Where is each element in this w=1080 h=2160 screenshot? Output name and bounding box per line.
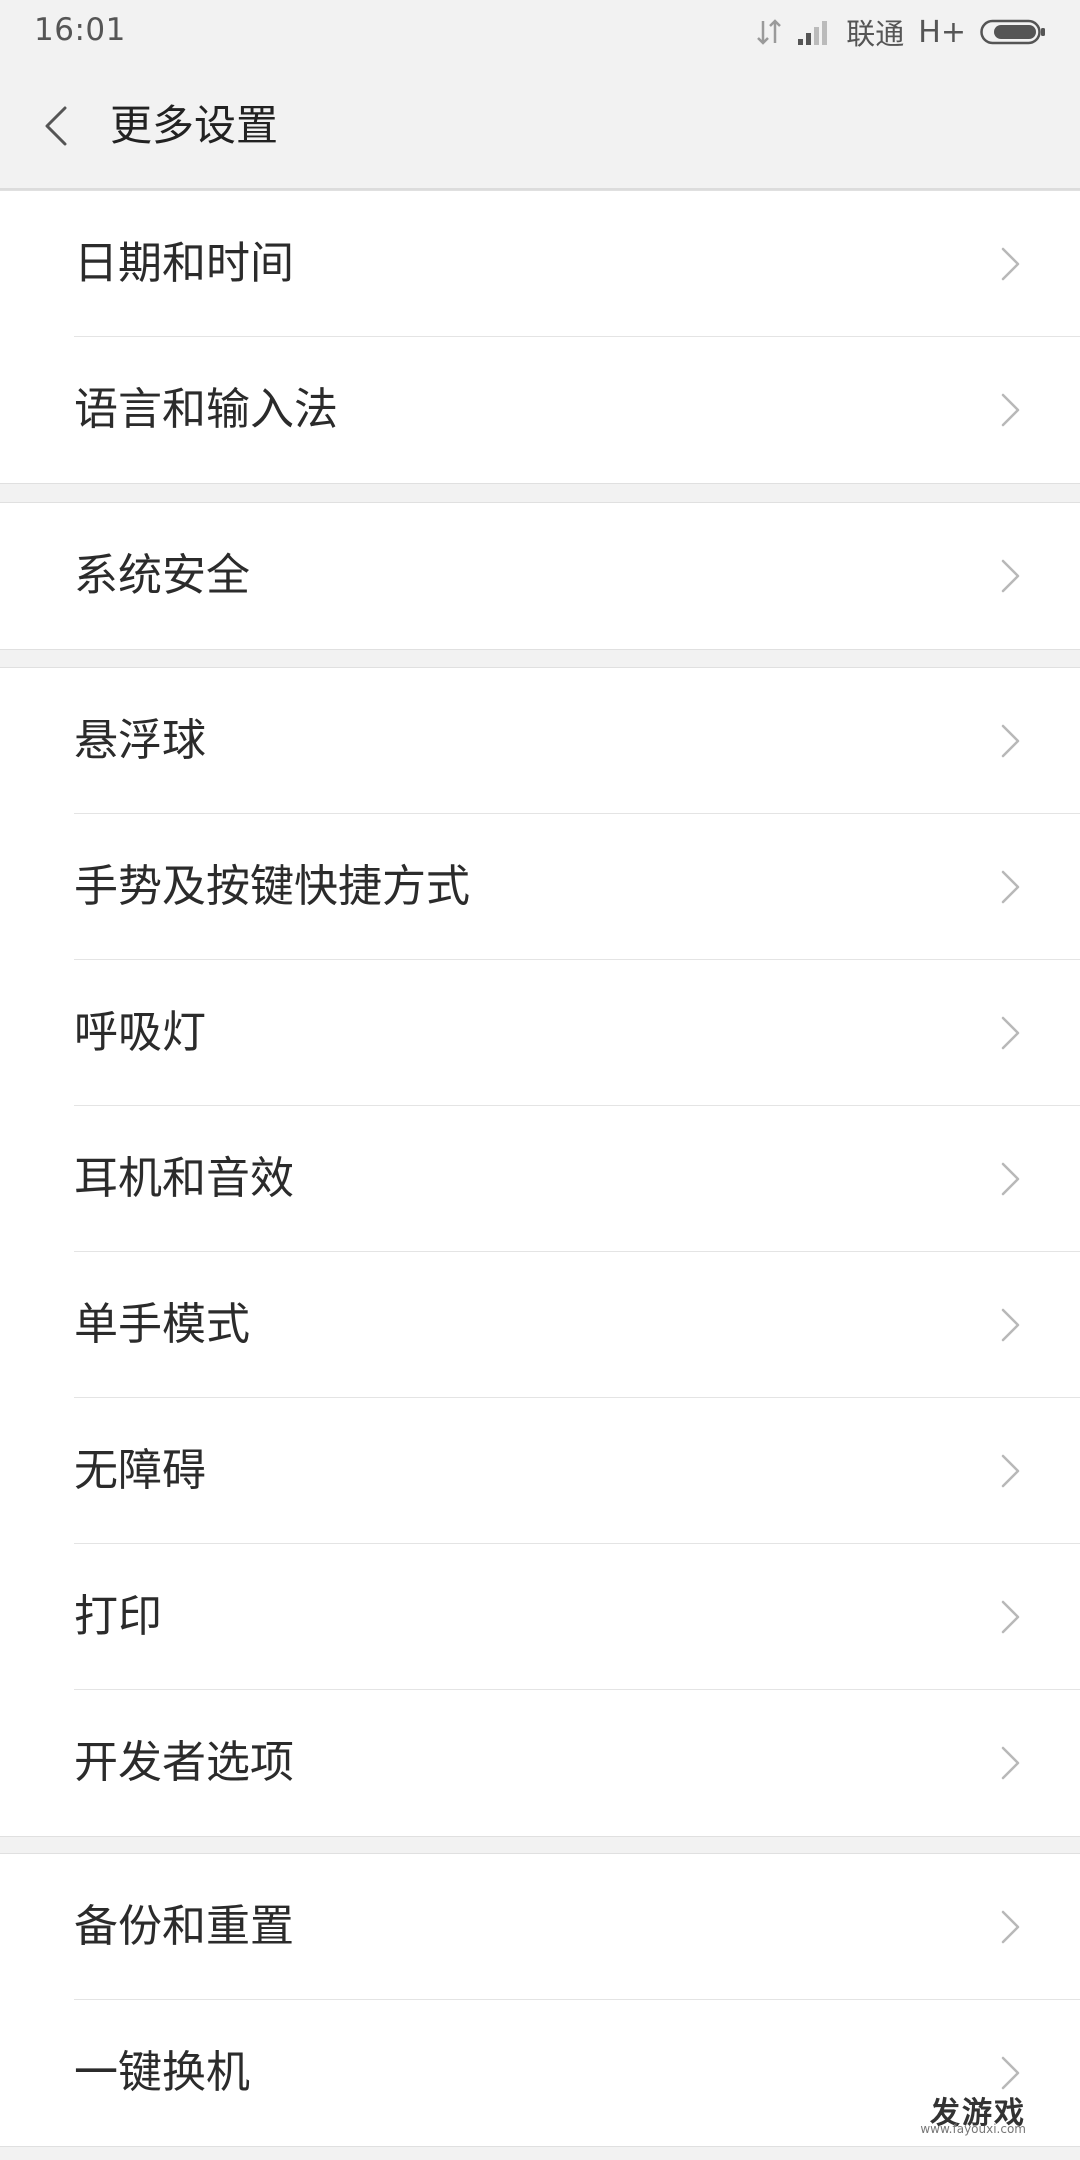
chevron-right-icon: [1001, 1910, 1020, 1944]
settings-item-label: 日期和时间: [74, 238, 294, 289]
signal-strength-icon: [796, 17, 832, 47]
back-arrow-icon: [45, 106, 67, 146]
battery-icon: [980, 17, 1046, 47]
settings-item-backup-reset[interactable]: 备份和重置: [0, 1854, 1080, 2000]
settings-item-developer-options[interactable]: 开发者选项: [0, 1690, 1080, 1836]
chevron-right-icon: [1001, 393, 1020, 427]
chevron-right-icon: [1001, 1454, 1020, 1488]
settings-item-label: 单手模式: [74, 1299, 250, 1350]
settings-item-label: 语言和输入法: [74, 384, 338, 435]
settings-item-label: 悬浮球: [74, 715, 206, 766]
chevron-right-icon: [1001, 1746, 1020, 1780]
settings-group-1: 日期和时间 语言和输入法: [0, 190, 1080, 484]
settings-item-label: 开发者选项: [74, 1737, 294, 1788]
chevron-right-icon: [1001, 559, 1020, 593]
chevron-right-icon: [1001, 870, 1020, 904]
page-title: 更多设置: [110, 101, 279, 150]
header-bar: 更多设置: [0, 64, 1080, 190]
settings-screen: 16:01 联通 H+ 更多设置 日期和时间 语言和输入法 系统安全 悬浮球 手…: [0, 0, 1080, 2160]
status-bar: 16:01 联通 H+: [0, 0, 1080, 64]
chevron-right-icon: [1001, 724, 1020, 758]
carrier-name: 联通: [846, 17, 905, 51]
chevron-right-icon: [1001, 1016, 1020, 1050]
status-icons: 联通 H+: [756, 12, 1046, 52]
settings-item-label: 耳机和音效: [74, 1153, 294, 1204]
status-time: 16:01: [34, 12, 126, 48]
site-watermark: 发游戏 www.fayouxi.com: [856, 2088, 1026, 2136]
settings-item-language-input[interactable]: 语言和输入法: [0, 337, 1080, 483]
settings-item-label: 打印: [74, 1591, 162, 1642]
settings-item-label: 一键换机: [74, 2047, 250, 2098]
settings-item-label: 无障碍: [74, 1445, 206, 1496]
data-transfer-icon: [756, 17, 782, 47]
settings-item-label: 呼吸灯: [74, 1007, 206, 1058]
settings-item-gestures-shortcuts[interactable]: 手势及按键快捷方式: [0, 814, 1080, 960]
settings-item-accessibility[interactable]: 无障碍: [0, 1398, 1080, 1544]
settings-item-notification-light[interactable]: 呼吸灯: [0, 960, 1080, 1106]
settings-item-headphones-audio[interactable]: 耳机和音效: [0, 1106, 1080, 1252]
watermark-url: www.fayouxi.com: [920, 2122, 1026, 2136]
settings-group-3: 悬浮球 手势及按键快捷方式 呼吸灯 耳机和音效 单手模式 无障碍 打印 开发者选…: [0, 667, 1080, 1837]
chevron-right-icon: [1001, 1162, 1020, 1196]
chevron-right-icon: [1001, 1308, 1020, 1342]
settings-item-one-handed-mode[interactable]: 单手模式: [0, 1252, 1080, 1398]
network-type: H+: [918, 14, 966, 50]
settings-item-system-security[interactable]: 系统安全: [0, 503, 1080, 649]
settings-item-printing[interactable]: 打印: [0, 1544, 1080, 1690]
settings-item-label: 备份和重置: [74, 1901, 294, 1952]
chevron-right-icon: [1001, 2056, 1020, 2090]
settings-group-2: 系统安全: [0, 502, 1080, 650]
settings-item-floating-ball[interactable]: 悬浮球: [0, 668, 1080, 814]
chevron-right-icon: [1001, 247, 1020, 281]
settings-item-date-time[interactable]: 日期和时间: [0, 191, 1080, 337]
settings-item-label: 手势及按键快捷方式: [74, 861, 470, 912]
settings-item-label: 系统安全: [74, 550, 250, 601]
chevron-right-icon: [1001, 1600, 1020, 1634]
back-button[interactable]: [30, 100, 82, 152]
